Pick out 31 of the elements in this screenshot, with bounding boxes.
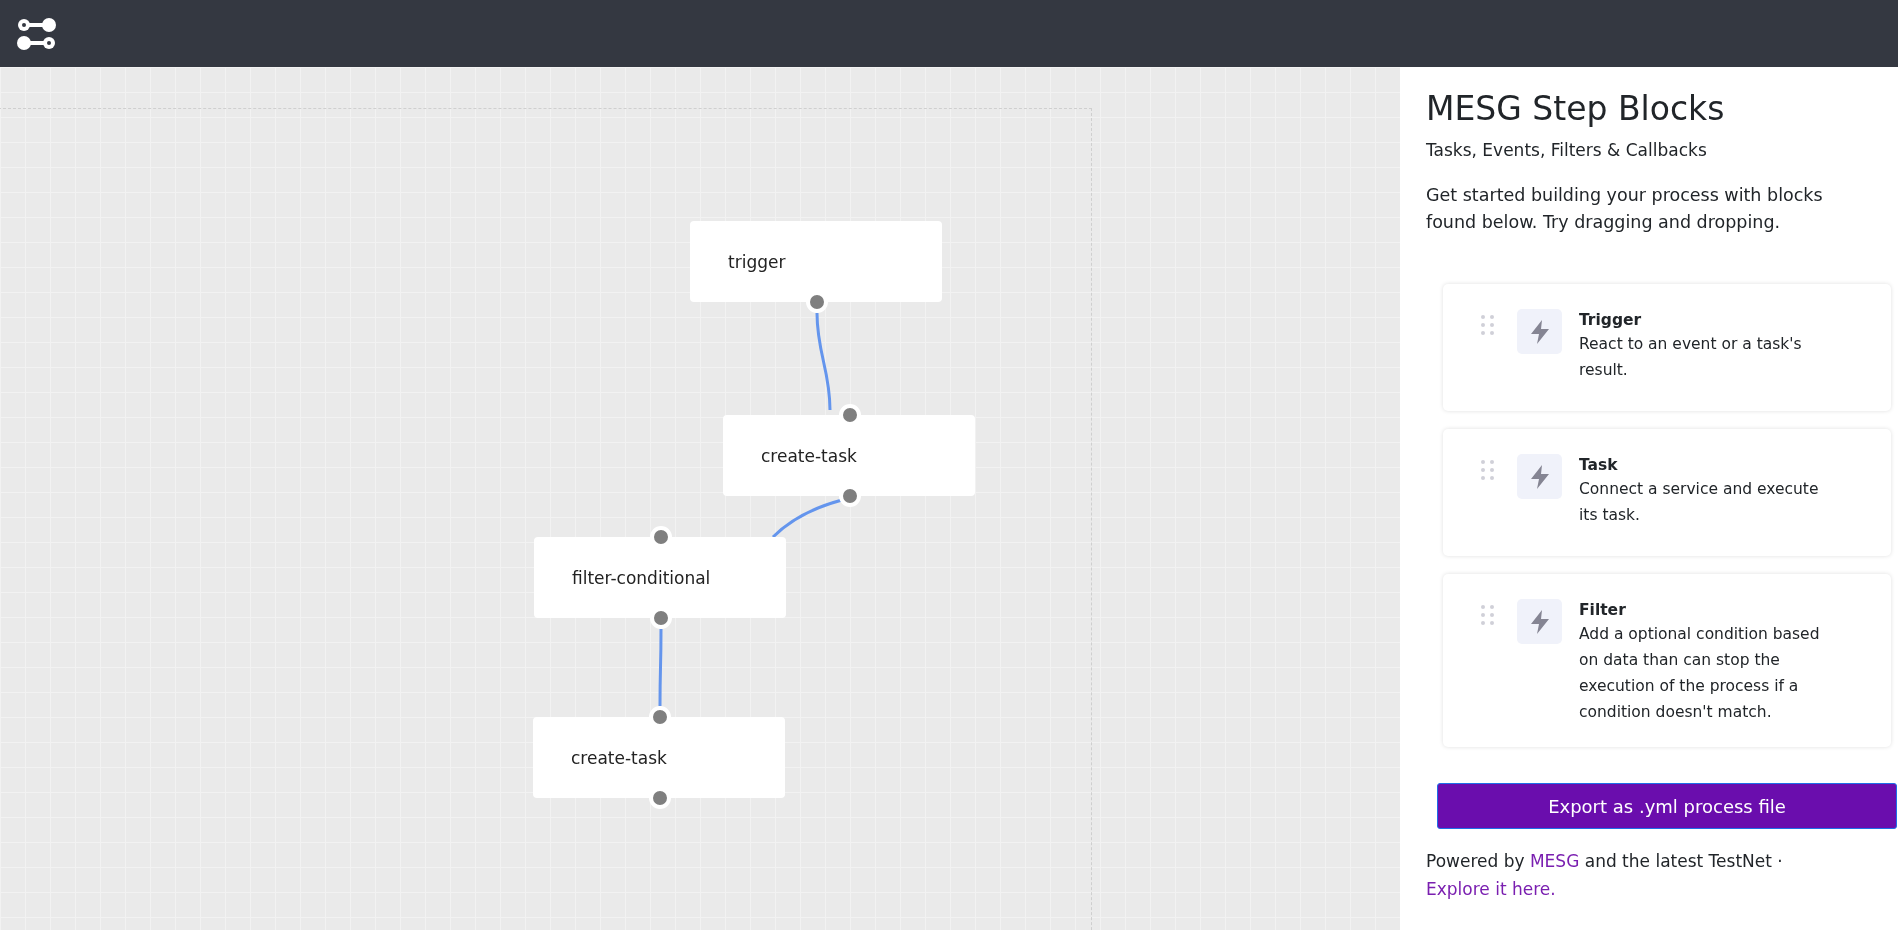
- step-node[interactable]: create-task: [533, 717, 785, 798]
- lightning-icon: [1517, 454, 1562, 499]
- node-label: create-task: [571, 747, 667, 768]
- drag-handle-icon[interactable]: [1481, 315, 1494, 335]
- connector-line: [771, 498, 843, 539]
- lightning-icon: [1517, 599, 1562, 644]
- block-description: Connect a service and execute its task.: [1579, 479, 1820, 526]
- panel-title: MESG Step Blocks: [1426, 89, 1726, 128]
- step-node[interactable]: trigger: [690, 221, 942, 302]
- block-card[interactable]: Filter Add a optional condition based on data than can stop the execution of the process if a condition doesn't match.: [1443, 574, 1891, 747]
- block-title: Trigger: [1579, 310, 1643, 331]
- intro-text: Get started building your process with blocks found below. Try dragging and dropping.: [1426, 184, 1824, 234]
- drag-handle-icon[interactable]: [1481, 605, 1494, 625]
- mesg-link[interactable]: MESG: [1529, 851, 1580, 871]
- lightning-icon: [1517, 309, 1562, 354]
- node-label: create-task: [761, 445, 857, 466]
- drag-handle-icon[interactable]: [1481, 460, 1494, 480]
- block-title: Task: [1579, 455, 1619, 476]
- block-title: Filter: [1579, 600, 1627, 621]
- export-button[interactable]: Export as .yml process file: [1437, 783, 1897, 829]
- block-card[interactable]: Trigger React to an event or a task's result.: [1443, 284, 1891, 411]
- block-description: React to an event or a task's result.: [1579, 334, 1803, 381]
- step-node[interactable]: create-task: [723, 415, 975, 496]
- explore-link[interactable]: Explore it here.: [1426, 879, 1556, 899]
- block-description: Add a optional condition based on data than can stop the execution of the process if a condition doesn't match.: [1579, 624, 1821, 723]
- footer-text: Powered by MESG and the latest TestNet · Explore it here.: [1426, 850, 1784, 901]
- node-label: filter-conditional: [572, 567, 711, 588]
- panel-subtitle: Tasks, Events, Filters & Callbacks: [1426, 140, 1708, 160]
- step-node[interactable]: filter-conditional: [534, 537, 786, 618]
- block-card[interactable]: Task Connect a service and execute its task.: [1443, 429, 1891, 556]
- node-label: trigger: [728, 251, 786, 272]
